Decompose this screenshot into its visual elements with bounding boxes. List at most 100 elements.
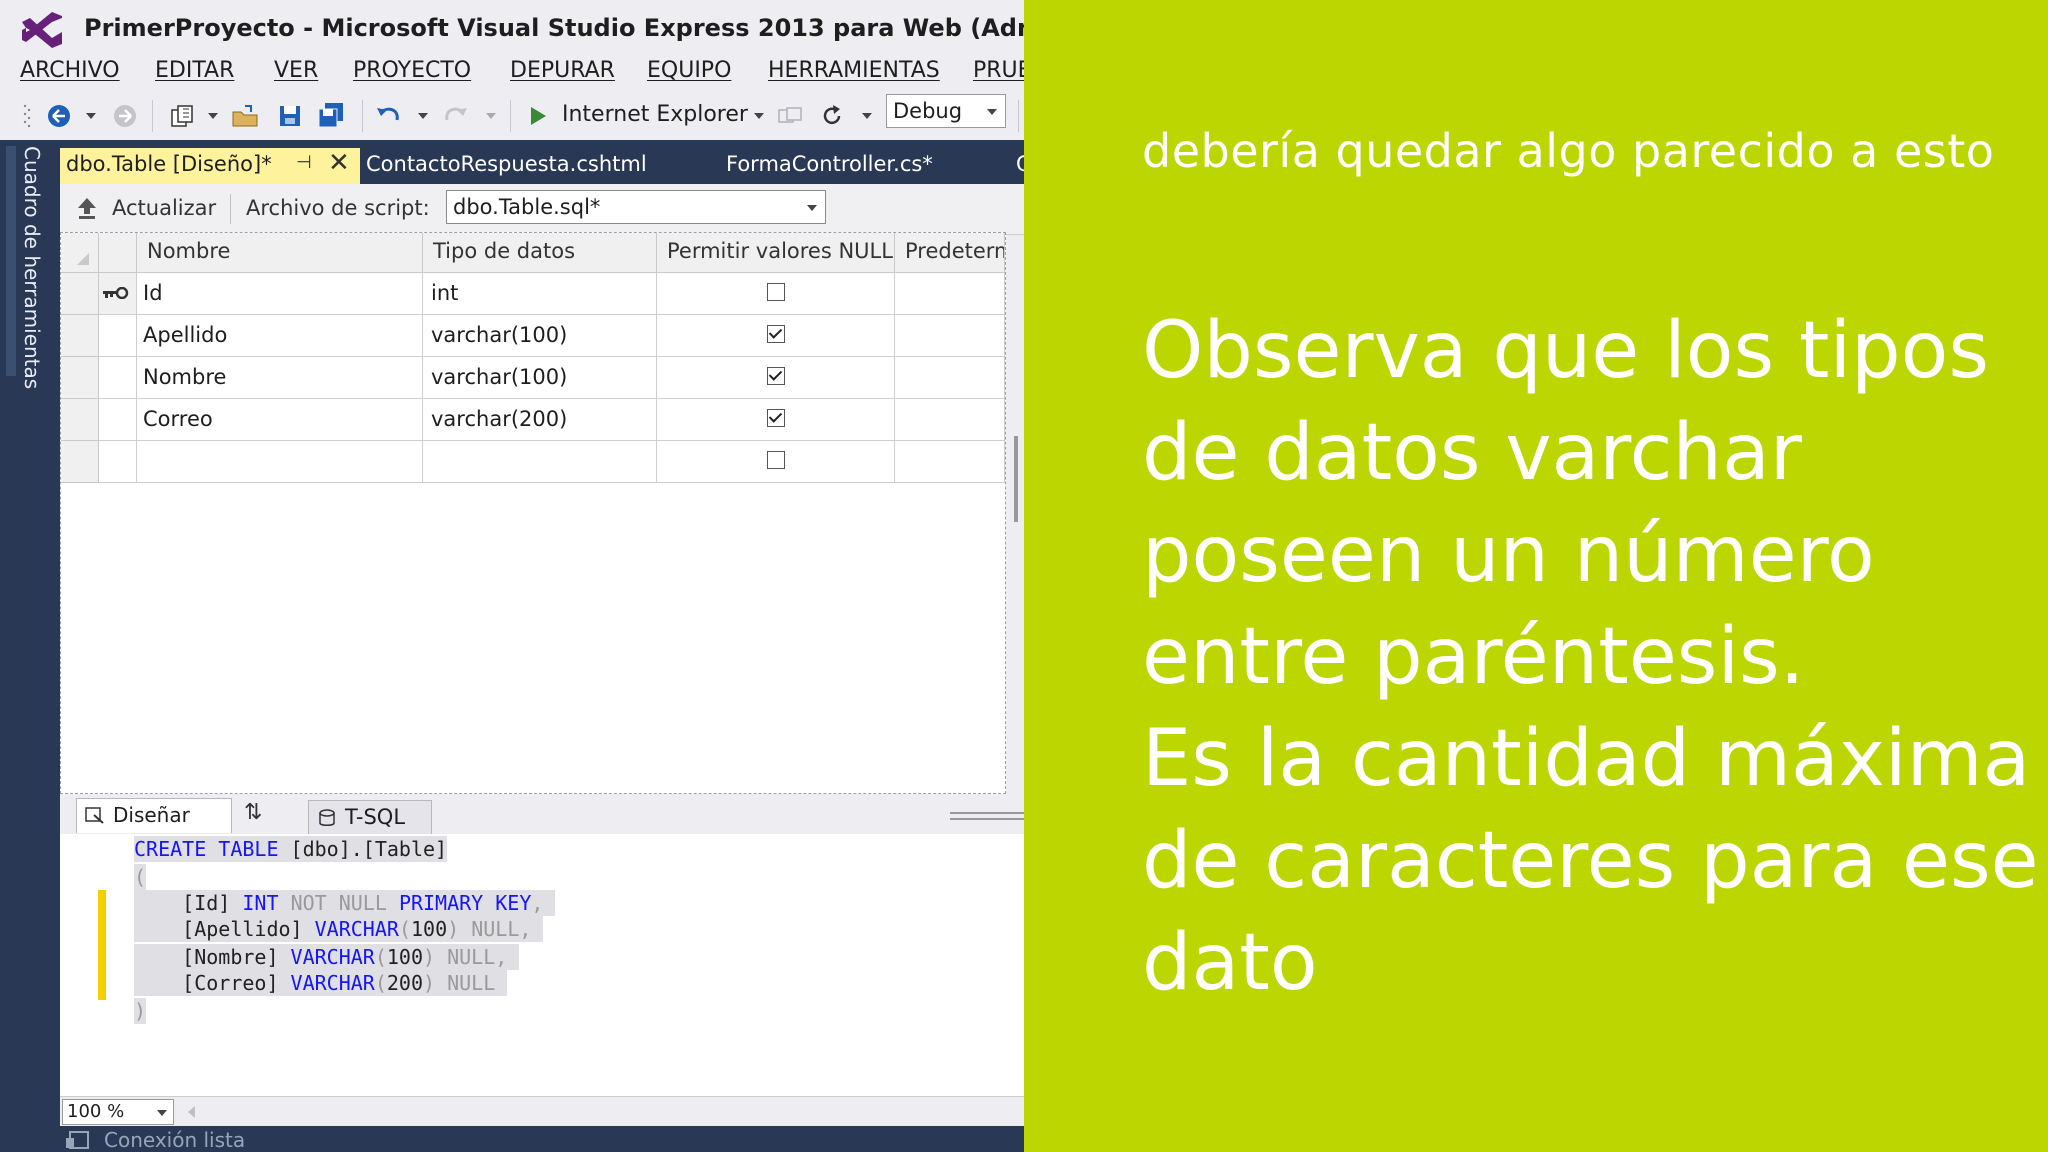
zoom-value: 100 %: [67, 1101, 125, 1122]
script-file-label: Archivo de script:: [246, 196, 430, 220]
redo-dropdown-icon[interactable]: [484, 102, 498, 130]
allow-null-checkbox[interactable]: [767, 367, 785, 385]
back-icon[interactable]: [46, 102, 72, 130]
header-nombre[interactable]: Nombre: [137, 233, 423, 273]
allow-null-checkbox[interactable]: [767, 283, 785, 301]
back-dropdown-icon[interactable]: [84, 102, 98, 130]
menu-herramientas[interactable]: HERRAMIENTAS: [768, 58, 940, 83]
configuration-select[interactable]: Debug: [886, 94, 1006, 128]
toolbar-separator: [362, 100, 363, 132]
save-icon[interactable]: [276, 102, 304, 130]
cell-default[interactable]: [895, 399, 1005, 441]
update-button[interactable]: Actualizar: [112, 196, 216, 220]
toolbox-tab[interactable]: [6, 146, 16, 376]
cell-allow-null[interactable]: [657, 399, 895, 441]
scroll-left-icon[interactable]: [186, 1105, 196, 1119]
allow-null-checkbox[interactable]: [767, 409, 785, 427]
browser-link-icon[interactable]: [776, 102, 804, 130]
header-permitir-null[interactable]: Permitir valores NULL: [657, 233, 895, 273]
cell-name[interactable]: [137, 441, 423, 483]
menu-prueba[interactable]: PRUEBA: [973, 58, 1024, 83]
menu-depurar[interactable]: DEPURAR: [510, 58, 615, 83]
cell-type[interactable]: varchar(200): [423, 399, 657, 441]
primary-key-cell: [99, 273, 137, 315]
open-folder-icon[interactable]: [230, 102, 260, 130]
menu-equipo[interactable]: EQUIPO: [647, 58, 731, 83]
tsql-icon: [319, 809, 335, 826]
script-file-value: dbo.Table.sql*: [453, 195, 601, 219]
run-target-label[interactable]: Internet Explorer: [562, 102, 748, 127]
row-selector[interactable]: [61, 273, 99, 315]
designer-toolbar: Actualizar Archivo de script: dbo.Table.…: [60, 184, 1024, 235]
cell-default[interactable]: [895, 273, 1005, 315]
configuration-dropdown-icon: [987, 109, 997, 115]
swap-panes-icon[interactable]: ⇅: [244, 800, 262, 825]
redo-icon[interactable]: [440, 102, 470, 130]
cell-default[interactable]: [895, 441, 1005, 483]
sql-line-correo: [Correo] VARCHAR(200) NULL: [134, 970, 508, 996]
undo-icon[interactable]: [374, 102, 404, 130]
cell-default[interactable]: [895, 315, 1005, 357]
script-file-select[interactable]: dbo.Table.sql*: [446, 190, 826, 224]
save-all-icon[interactable]: [316, 102, 348, 130]
row-selector[interactable]: [61, 399, 99, 441]
cell-type[interactable]: [423, 441, 657, 483]
visual-studio-logo-icon: [22, 12, 62, 48]
run-target-dropdown-icon[interactable]: [752, 102, 766, 130]
cell-allow-null[interactable]: [657, 273, 895, 315]
update-arrow-icon[interactable]: [76, 196, 98, 220]
tab-design[interactable]: Diseñar: [76, 798, 232, 833]
cell-type[interactable]: varchar(100): [423, 315, 657, 357]
splitter-handle[interactable]: [1014, 436, 1018, 522]
cell-name[interactable]: Id: [137, 273, 423, 315]
refresh-icon[interactable]: [818, 102, 846, 130]
zoom-select[interactable]: 100 %: [62, 1099, 174, 1125]
cell-name[interactable]: Correo: [137, 399, 423, 441]
design-icon: [85, 807, 104, 824]
forward-icon[interactable]: [112, 102, 138, 130]
row-selector[interactable]: [61, 315, 99, 357]
header-tipo-de-datos[interactable]: Tipo de datos: [423, 233, 657, 273]
row-selector[interactable]: [61, 357, 99, 399]
menu-proyecto[interactable]: PROYECTO: [353, 58, 471, 83]
allow-null-checkbox[interactable]: [767, 451, 785, 469]
sql-line-close: ): [134, 998, 147, 1024]
sql-line-create: CREATE TABLE [dbo].[Table]: [134, 836, 448, 862]
pane-tabs: Diseñar ⇅ T-SQL: [60, 796, 1024, 835]
slide-intro-text: debería quedar algo parecido a esto: [1142, 124, 1995, 178]
key-cell: [99, 441, 137, 483]
undo-dropdown-icon[interactable]: [416, 102, 430, 130]
window-title: PrimerProyecto - Microsoft Visual Studio…: [84, 14, 1024, 42]
cell-name[interactable]: Nombre: [137, 357, 423, 399]
toolbox-label[interactable]: Cuadro de herramientas: [20, 146, 44, 389]
start-debugging-icon[interactable]: [526, 102, 550, 130]
refresh-dropdown-icon[interactable]: [860, 102, 874, 130]
cell-allow-null[interactable]: [657, 441, 895, 483]
pin-icon[interactable]: ⊣: [296, 152, 312, 173]
tab-tsql[interactable]: T-SQL: [308, 800, 432, 835]
toolbar-separator: [1018, 100, 1019, 132]
cell-name[interactable]: Apellido: [137, 315, 423, 357]
pane-splitter-icon[interactable]: [950, 812, 1024, 814]
menu-archivo[interactable]: ARCHIVO: [20, 58, 120, 83]
menu-editar[interactable]: EDITAR: [155, 58, 234, 83]
connection-status: Conexión lista: [104, 1128, 246, 1152]
grid-corner[interactable]: [61, 233, 99, 273]
new-dropdown-icon[interactable]: [206, 102, 220, 130]
cell-allow-null[interactable]: [657, 357, 895, 399]
tab-overflow[interactable]: C: [1016, 148, 1024, 184]
tab-dbo-table-design[interactable]: dbo.Table [Diseño]* ⊣ ✕: [60, 148, 360, 184]
row-selector[interactable]: [61, 441, 99, 483]
header-predeterminado[interactable]: Predeterminado: [895, 233, 1005, 273]
menu-ver[interactable]: VER: [274, 58, 318, 83]
cell-default[interactable]: [895, 357, 1005, 399]
tab-design-label: Diseñar: [113, 803, 190, 827]
tsql-editor[interactable]: CREATE TABLE [dbo].[Table] ( [Id] INT NO…: [60, 834, 1024, 1096]
cell-type[interactable]: int: [423, 273, 657, 315]
close-tab-icon[interactable]: ✕: [328, 148, 350, 178]
toolbox-rail: Cuadro de herramientas: [0, 140, 60, 1152]
allow-null-checkbox[interactable]: [767, 325, 785, 343]
new-project-icon[interactable]: [168, 102, 196, 130]
cell-allow-null[interactable]: [657, 315, 895, 357]
cell-type[interactable]: varchar(100): [423, 357, 657, 399]
